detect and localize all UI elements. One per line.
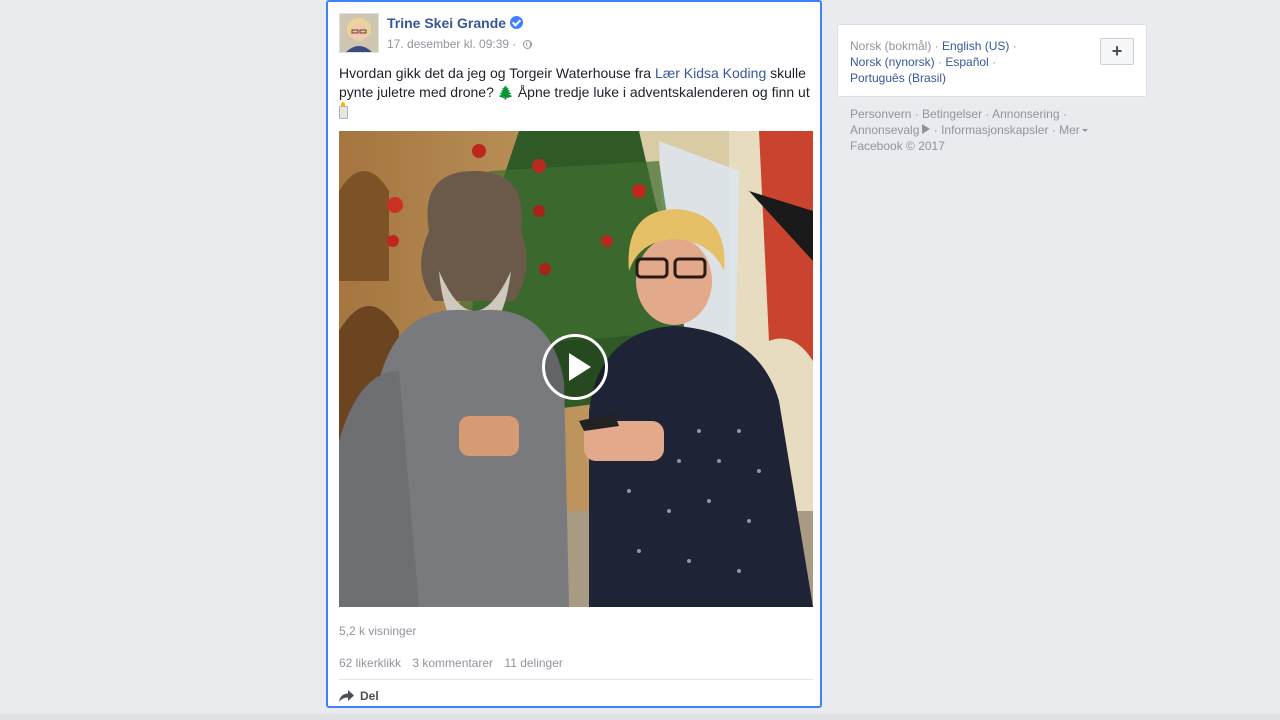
copyright: Facebook © 2017 [850,139,945,153]
share-button[interactable]: Del [339,687,379,705]
video-player[interactable] [339,131,813,607]
share-label: Del [360,689,379,703]
footer-link-annonsevalg[interactable]: Annonsevalg [850,123,919,137]
author-name-row: Trine Skei Grande [387,15,524,31]
action-divider [339,679,813,680]
post-meta: 17. desember kl. 09:39 · [387,37,532,51]
post-text: Hvordan gikk det da jeg og Torgeir Water… [339,64,813,123]
adchoices-icon [922,124,931,134]
footer-links: Personvern · Betingelser · Annonsering ·… [850,106,1140,154]
author-avatar[interactable] [339,13,379,53]
caret-down-icon [1081,129,1088,132]
post-text-part-3: Åpne tredje luke i adventskalenderen og … [513,84,810,100]
language-espanol[interactable]: Español [945,55,988,69]
share-arrow-icon [339,690,354,702]
verified-icon [510,16,524,29]
add-language-button[interactable]: + [1100,38,1134,65]
language-current: Norsk (bokmål) [850,39,932,53]
footer-link-informasjonskapsler[interactable]: Informasjonskapsler [941,123,1048,137]
post-card: Trine Skei Grande 17. desember kl. 09:39… [326,0,822,708]
shares-count[interactable]: 11 delinger [504,656,563,670]
language-english-us[interactable]: English (US) [942,39,1009,53]
video-views: 5,2 k visninger [339,624,417,638]
author-name-link[interactable]: Trine Skei Grande [387,15,506,31]
candle-emoji-icon [339,102,348,119]
lar-kidsa-koding-link[interactable]: Lær Kidsa Koding [655,65,766,81]
meta-separator: · [512,37,517,51]
avatar-image [340,14,378,52]
globe-icon[interactable] [522,40,532,49]
language-norsk-nynorsk[interactable]: Norsk (nynorsk) [850,55,935,69]
language-selector-box: Norsk (bokmål) · English (US) · Norsk (n… [837,24,1147,97]
play-icon[interactable] [542,334,608,400]
language-list: Norsk (bokmål) · English (US) · Norsk (n… [850,39,1017,85]
post-text-part-1: Hvordan gikk det da jeg og Torgeir Water… [339,65,655,81]
comments-count[interactable]: 3 kommentarer [412,656,493,670]
post-header: Trine Skei Grande 17. desember kl. 09:39… [339,13,809,55]
likes-count[interactable]: 62 likerklikk [339,656,401,670]
post-stats: 62 likerklikk 3 kommentarer 11 delinger [339,656,571,670]
footer-link-betingelser[interactable]: Betingelser [922,107,982,121]
bottom-bar [0,714,1280,720]
post-timestamp[interactable]: 17. desember kl. 09:39 [387,37,509,51]
language-portugues-brasil[interactable]: Português (Brasil) [850,71,946,85]
tree-emoji-icon: 🌲 [497,85,514,100]
footer-link-personvern[interactable]: Personvern [850,107,911,121]
footer-link-mer[interactable]: Mer [1059,123,1080,137]
footer-link-annonsering[interactable]: Annonsering [992,107,1059,121]
